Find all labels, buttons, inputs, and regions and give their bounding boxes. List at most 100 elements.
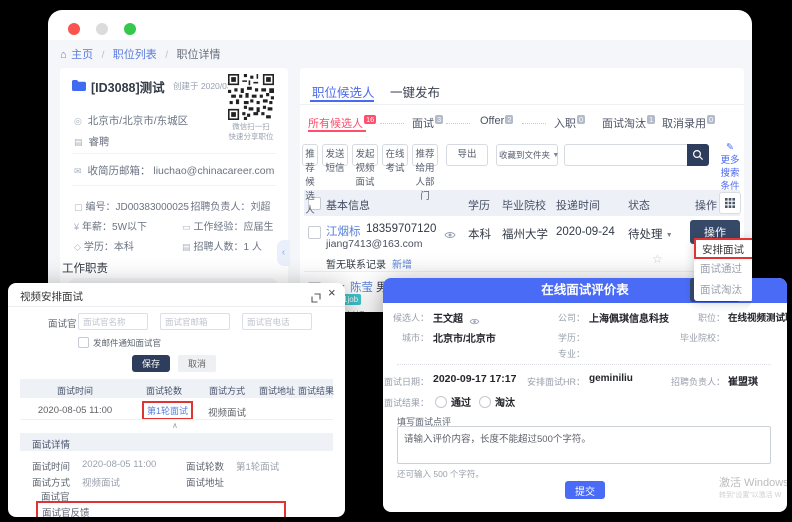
- send-sms-button[interactable]: 发送短信: [322, 144, 348, 166]
- menu-item-schedule-interview[interactable]: 安排面试: [694, 238, 752, 259]
- divider: [72, 153, 276, 154]
- breadcrumb-current: 职位详情: [176, 49, 220, 61]
- duty-section-title: 工作职责: [62, 260, 108, 276]
- recruiter-label: 招聘负责人：: [671, 375, 725, 388]
- count-badge: 0: [577, 115, 585, 124]
- grid-icon: [725, 198, 735, 208]
- watermark-line1: 激活 Windows: [719, 474, 787, 490]
- view-resume-eye-icon[interactable]: [444, 226, 456, 244]
- tab-job-candidates[interactable]: 职位候选人: [312, 82, 375, 101]
- remaining-chars-text: 还可输入 500 个字符。: [397, 468, 484, 480]
- interview-round-link[interactable]: 第1轮面试: [142, 401, 193, 420]
- experience-value: 应届生: [244, 222, 274, 233]
- candidate-school: 福州大学: [502, 226, 548, 242]
- breadcrumb-separator: /: [102, 50, 105, 61]
- header-interview-round: 面试轮数: [130, 384, 198, 397]
- candidate-name-link[interactable]: 陈莹: [350, 279, 373, 295]
- recruiter-label: 招聘负责人：: [190, 202, 250, 213]
- windows-activation-watermark: 激活 Windows 转到“设置”以激活 W: [719, 474, 787, 500]
- candidates-panel: 职位候选人 一键发布 所有候选人16 面试3 Offer2 入职0 面试淘汰1 …: [300, 68, 744, 312]
- company-icon: ▤: [74, 137, 83, 147]
- resume-email-value: liuchao@chinacareer.com: [153, 165, 274, 177]
- home-icon: ⌂: [60, 49, 67, 61]
- active-tab-underline: [310, 100, 374, 102]
- menu-item-interview-pass[interactable]: 面试通过: [694, 259, 752, 280]
- save-button[interactable]: 保存: [132, 355, 170, 372]
- online-exam-button[interactable]: 在线考试: [382, 144, 408, 166]
- breadcrumb: ⌂ 主页 / 职位列表 / 职位详情: [60, 45, 220, 63]
- interviewer-feedback-highlight: 面试官反馈: [36, 501, 286, 517]
- recruiter-icon: ○: [182, 202, 187, 212]
- interviewer-email-input[interactable]: [160, 313, 230, 330]
- arranged-by-hr-label: 安排面试HR：: [525, 375, 585, 388]
- subtab-onboard[interactable]: 入职0: [554, 115, 585, 131]
- more-search-filters-button[interactable]: ✎更多搜索条件: [718, 141, 742, 193]
- interview-result-label: 面试结果：: [383, 396, 429, 409]
- column-header-apply-date: 投递时间: [556, 197, 600, 213]
- subtab-offer[interactable]: Offer2: [480, 115, 513, 127]
- candidate-email: jiang7413@163.com: [326, 238, 422, 250]
- interviewer-phone-input[interactable]: [242, 313, 312, 330]
- detail-address-label: 面试地址: [186, 475, 224, 489]
- degree-icon: ◇: [74, 242, 81, 252]
- salary-icon: ¥: [74, 222, 79, 232]
- candidate-status-dropdown[interactable]: 待处理 ▼: [628, 226, 673, 242]
- result-pass-radio[interactable]: 通过: [435, 393, 471, 411]
- column-header-status: 状态: [628, 197, 650, 213]
- close-dialog-icon[interactable]: ×: [328, 285, 336, 300]
- count-badge: 16: [364, 115, 376, 124]
- collapse-chevron-icon[interactable]: ∧: [172, 421, 178, 430]
- dialog-title: 视频安排面试: [20, 289, 83, 304]
- major-label: 专业：: [513, 347, 585, 360]
- window-zoom-dot[interactable]: [124, 23, 136, 35]
- breadcrumb-home[interactable]: 主页: [71, 49, 93, 61]
- divider: [300, 104, 744, 105]
- count-badge: 0: [707, 115, 715, 124]
- tab-one-click-publish[interactable]: 一键发布: [390, 82, 440, 101]
- recommend-candidate-button[interactable]: 推荐候选人: [302, 144, 318, 166]
- cancel-button[interactable]: 取消: [178, 355, 216, 372]
- window-close-dot[interactable]: [68, 23, 80, 35]
- submit-button[interactable]: 提交: [565, 481, 605, 499]
- header-interview-address: 面试地址: [256, 384, 298, 397]
- interviewer-name-input[interactable]: [78, 313, 148, 330]
- subtab-interview-rejected[interactable]: 面试淘汰1: [602, 115, 655, 131]
- dotted-divider: [397, 364, 771, 365]
- job-company: 睿聘: [88, 136, 109, 148]
- favorite-folder-dropdown[interactable]: 收藏到文件夹 ▼: [496, 144, 558, 166]
- candidate-value: 王文超: [433, 310, 463, 325]
- interview-date-label: 面试日期：: [383, 375, 429, 388]
- candidate-search-input[interactable]: [564, 144, 688, 166]
- subtab-all-candidates[interactable]: 所有候选人16: [308, 115, 376, 131]
- position-value: 在线视频测试职位: [728, 310, 787, 324]
- row-checkbox[interactable]: [308, 226, 321, 239]
- add-contact-record-link[interactable]: 新增: [392, 256, 412, 271]
- caret-down-icon: ▼: [552, 152, 559, 159]
- subtab-offer-cancelled[interactable]: 取消录用0: [662, 115, 715, 131]
- notify-checkbox[interactable]: [78, 337, 89, 348]
- interviewer-label: 面试官: [48, 316, 77, 330]
- app-window: ⌂ 主页 / 职位列表 / 职位详情 [ID3088]测试 创建于 2020/0…: [48, 10, 752, 312]
- window-minimize-dot[interactable]: [96, 23, 108, 35]
- comment-textarea[interactable]: [397, 426, 771, 464]
- candidate-degree: 本科: [468, 226, 491, 242]
- search-button[interactable]: [687, 144, 709, 166]
- view-resume-eye-icon[interactable]: [469, 312, 480, 330]
- subtab-interview[interactable]: 面试3: [412, 115, 443, 131]
- collapse-panel-handle[interactable]: ‹: [277, 240, 290, 266]
- interview-time-cell: 2020-08-05 11:00: [20, 405, 130, 416]
- start-video-interview-button[interactable]: 发起视频面试: [352, 144, 378, 166]
- school-label: 毕业院校：: [651, 331, 725, 344]
- interview-detail-title: 面试详情: [32, 437, 70, 451]
- candidate-label: 候选人：: [385, 311, 429, 324]
- candidate-name-link[interactable]: 江烟标: [326, 223, 361, 239]
- star-icon[interactable]: ☆: [652, 252, 663, 266]
- detail-method-label: 面试方式: [32, 475, 70, 489]
- recommend-to-dept-button[interactable]: 推荐给用人部门: [412, 144, 438, 166]
- breadcrumb-jobs[interactable]: 职位列表: [113, 49, 157, 61]
- watermark-line2: 转到“设置”以激活 W: [719, 490, 787, 500]
- export-button[interactable]: 导出: [446, 144, 488, 166]
- result-fail-radio[interactable]: 淘汰: [479, 393, 515, 411]
- column-settings-button[interactable]: [719, 192, 741, 214]
- menu-item-interview-reject[interactable]: 面试淘汰: [694, 280, 752, 301]
